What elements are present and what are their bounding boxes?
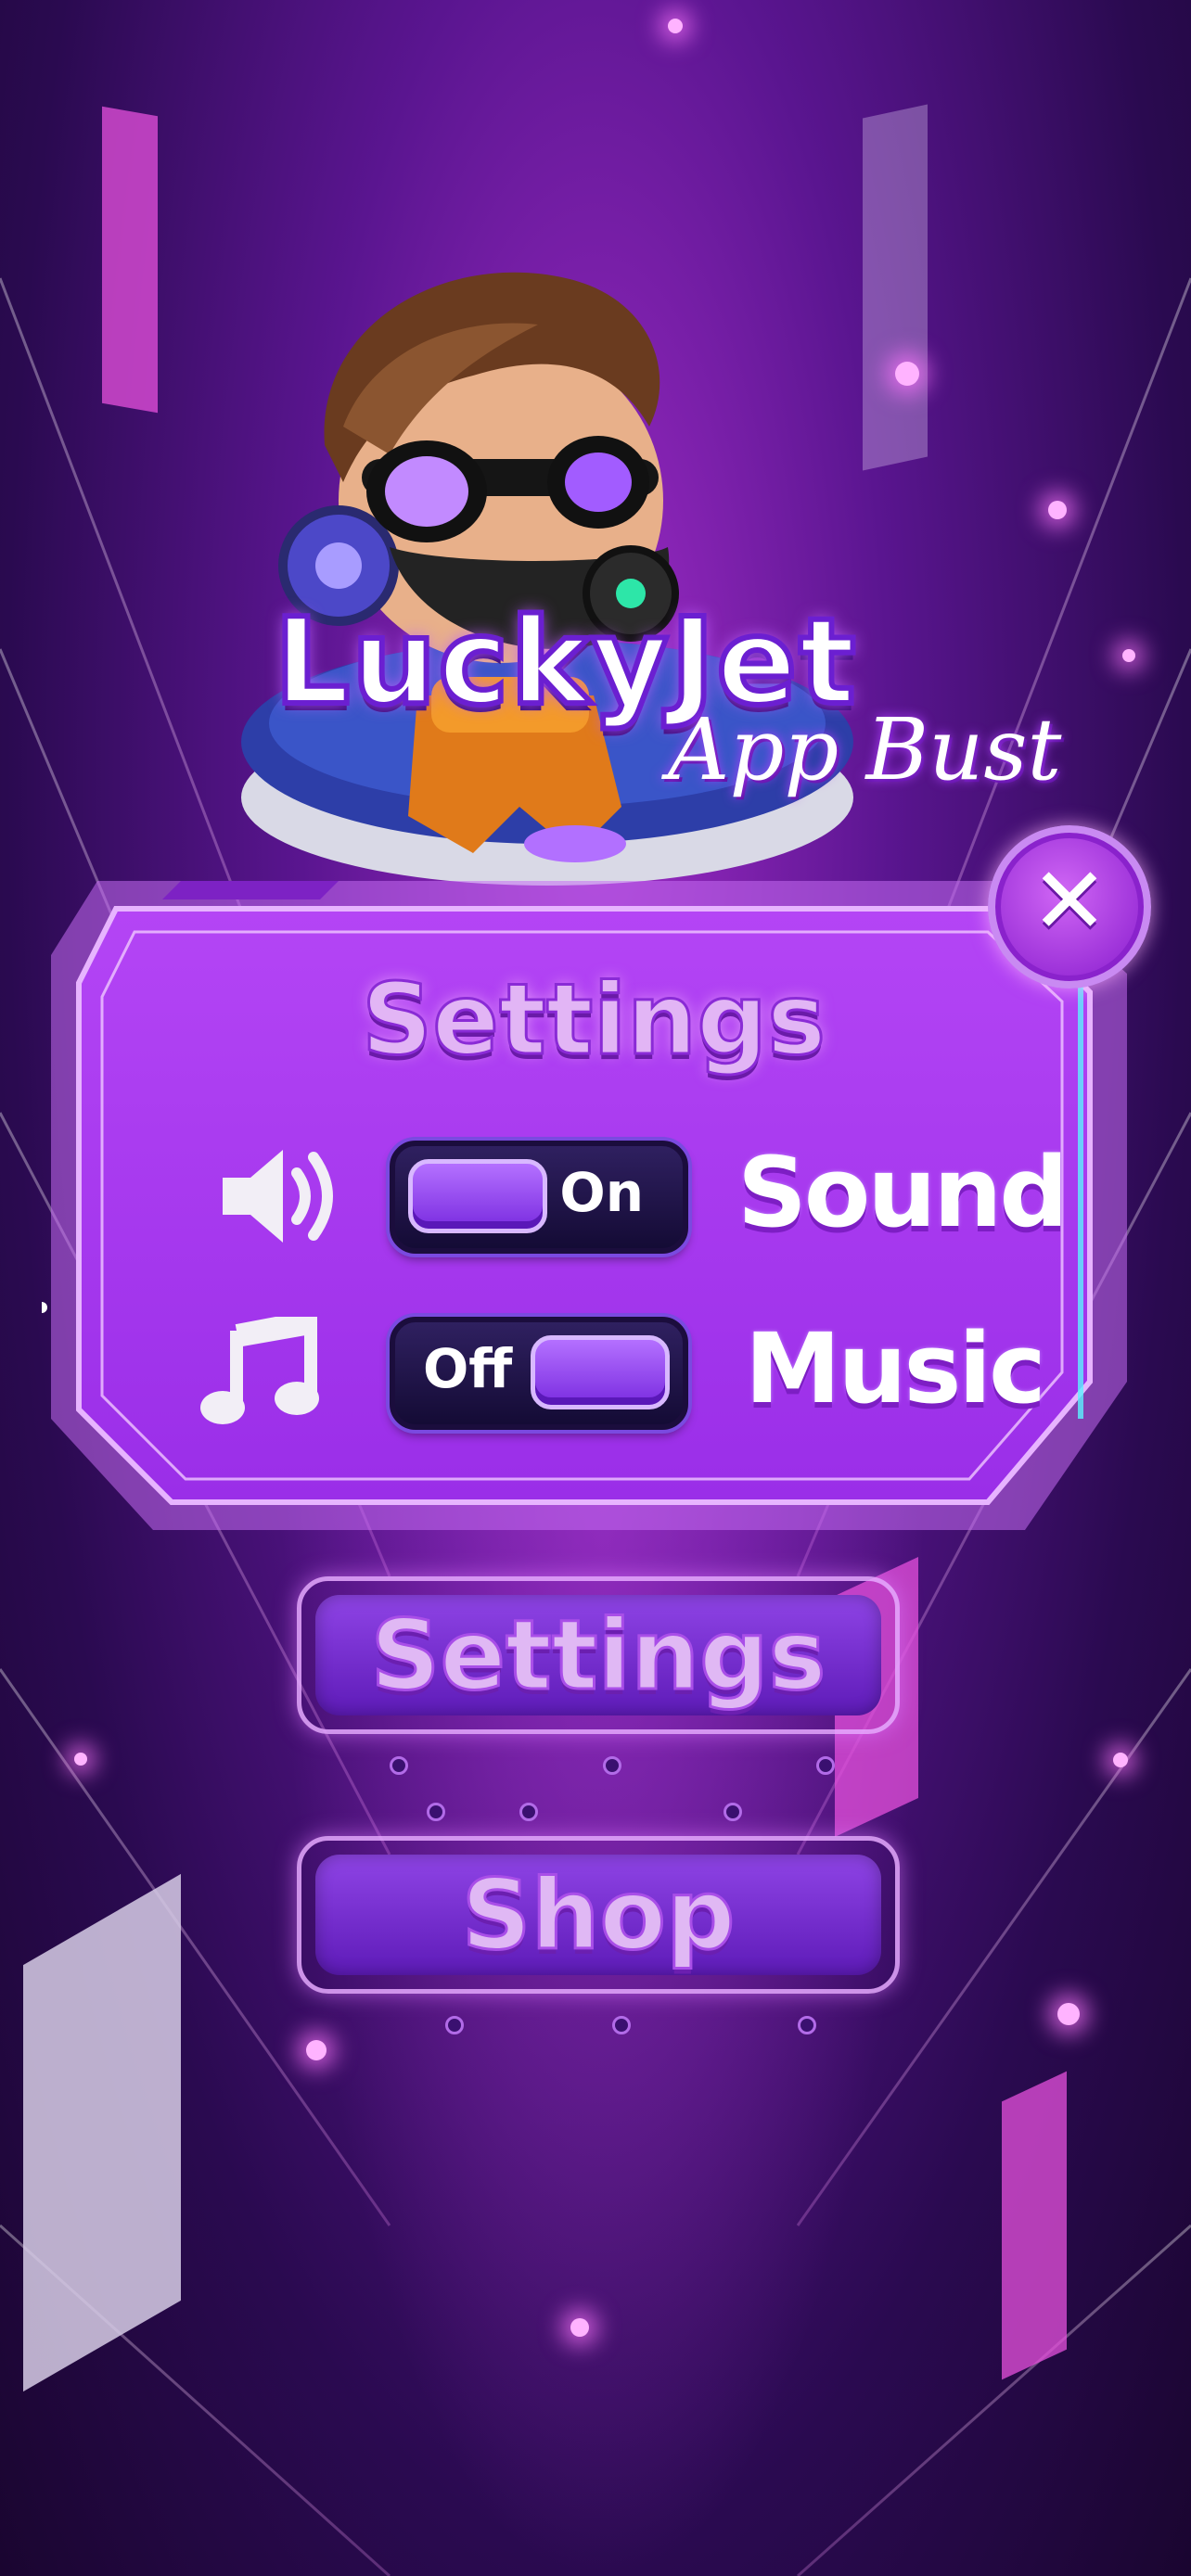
logo-subtitle: App Bust	[668, 700, 1062, 799]
sparkle	[1122, 649, 1135, 662]
sound-toggle[interactable]: On	[390, 1141, 688, 1254]
toggle-state-label: Off	[423, 1337, 513, 1400]
decor-slab	[102, 106, 158, 414]
button-dots	[334, 1756, 863, 1775]
sparkle	[570, 2318, 589, 2337]
decor-slab	[863, 104, 928, 471]
decor-slab	[23, 1873, 181, 2392]
sparkle	[1057, 2003, 1080, 2025]
shop-menu-button[interactable]: Shop	[297, 1803, 900, 2034]
sparkle	[1048, 501, 1067, 519]
decor-slab	[1002, 2071, 1067, 2380]
toggle-knob	[531, 1335, 670, 1409]
close-icon: ✕	[1031, 847, 1108, 955]
shop-menu-label: Shop	[460, 1857, 736, 1973]
music-note-icon	[199, 1317, 320, 1428]
button-dots	[334, 1803, 863, 1821]
sparkle	[668, 19, 683, 33]
sparkle	[74, 1753, 87, 1766]
music-toggle[interactable]: Off	[390, 1317, 688, 1430]
modal-title: Settings	[360, 962, 826, 1078]
settings-modal: ✕ Settings On Sound Off Music	[42, 825, 1151, 1567]
sparkle	[895, 362, 919, 386]
speaker-icon	[213, 1141, 343, 1252]
sound-label: Sound	[737, 1136, 1069, 1249]
sparkle	[1113, 1753, 1128, 1767]
sparkle	[306, 2040, 327, 2060]
music-label: Music	[745, 1312, 1046, 1425]
settings-menu-button[interactable]: Settings	[297, 1576, 900, 1775]
toggle-state-label: On	[559, 1161, 644, 1224]
button-dots	[334, 2016, 863, 2034]
toggle-knob	[408, 1159, 547, 1233]
settings-menu-label: Settings	[369, 1598, 827, 1714]
